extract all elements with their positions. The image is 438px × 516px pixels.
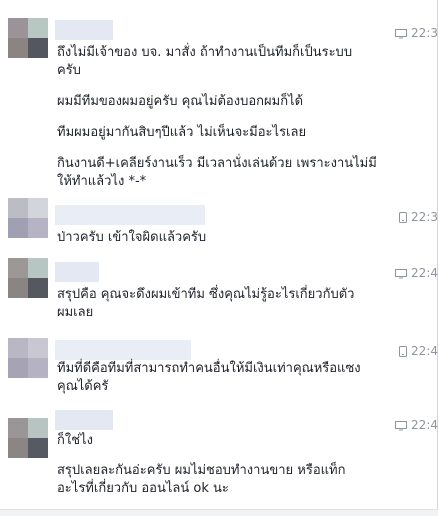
message-line: ให้ทำแล้วไง *-* [57,174,147,189]
sender-name[interactable] [55,205,205,225]
message-line: อะไรที่เกี่ยวกับ ออนไลน์ ok นะ [57,481,229,496]
message-line: คุณได้ครั [57,379,109,394]
message-body: สรุปคือ คุณจะดึงผมเข้าทีม ซึ่งคุณไม่รู้อ… [57,286,387,322]
timestamp: 22:4 [395,266,438,282]
message-line: กินงานดี+เคลียร์งานเร็ว มีเวลานั่งเล่นด้… [57,156,377,171]
timestamp-text: 22:3 [411,210,438,224]
avatar[interactable] [8,258,48,298]
timestamp-text: 22:4 [411,266,438,280]
message-line: ถึงไม่มีเจ้าของ บจ. มาสั่ง ถ้าทำงานเป็นท… [57,45,353,60]
sender-name[interactable] [55,262,99,282]
avatar[interactable] [8,418,48,458]
desktop-icon [395,28,408,42]
message-body: ทีมที่ดีคือทีมที่สามารถทำคนอื่นให้มีเงิน… [57,360,387,396]
message-line: ทีมผมอยู่มากันสิบๆปีแล้ว ไม่เห็นจะมีอะไร… [57,125,307,140]
chat-window: { "messages": [ { "time": "22:3", "devic… [0,0,438,516]
sender-name[interactable] [55,410,113,430]
bottom-border [0,509,438,516]
message-line: ป่าวครับ เข้าใจผิดแล้วครับ [57,230,207,245]
timestamp: 22:3 [395,26,438,42]
avatar[interactable] [8,198,48,238]
timestamp: 22:4 [399,344,438,360]
message-line: สรุปคือ คุณจะดึงผมเข้าทีม ซึ่งคุณไม่รู้อ… [57,287,355,302]
message-body: ก็ใช่ไง สรุปเลยละกันอ่ะครับ ผมไม่ชอบทำงา… [57,432,387,498]
timestamp: 22:3 [399,210,438,226]
mobile-icon [399,212,408,226]
message-line: ผมเลย [57,305,94,320]
desktop-icon [395,420,408,434]
mobile-icon [399,346,408,360]
message-line: ทีมที่ดีคือทีมที่สามารถทำคนอื่นให้มีเงิน… [57,361,361,376]
message-line: สรุปเลยละกันอ่ะครับ ผมไม่ชอบทำงานขาย หรื… [57,463,346,478]
message-line: ผมมีทีมของผมอยู่ครับ คุณไม่ต้องบอกผมก็ได… [57,94,304,109]
message-body: ป่าวครับ เข้าใจผิดแล้วครับ [57,229,387,247]
message-line: ครับ [57,63,81,78]
timestamp: 22:4 [395,418,438,434]
timestamp-text: 22:3 [411,26,438,40]
sender-name[interactable] [55,20,113,40]
desktop-icon [395,268,408,282]
message-body: ถึงไม่มีเจ้าของ บจ. มาสั่ง ถ้าทำงานเป็นท… [57,44,387,191]
message-line: ก็ใช่ไง [57,433,93,448]
timestamp-text: 22:4 [411,418,438,432]
avatar[interactable] [8,338,48,378]
sender-name[interactable] [55,340,191,360]
avatar[interactable] [8,18,48,58]
timestamp-text: 22:4 [411,344,438,358]
